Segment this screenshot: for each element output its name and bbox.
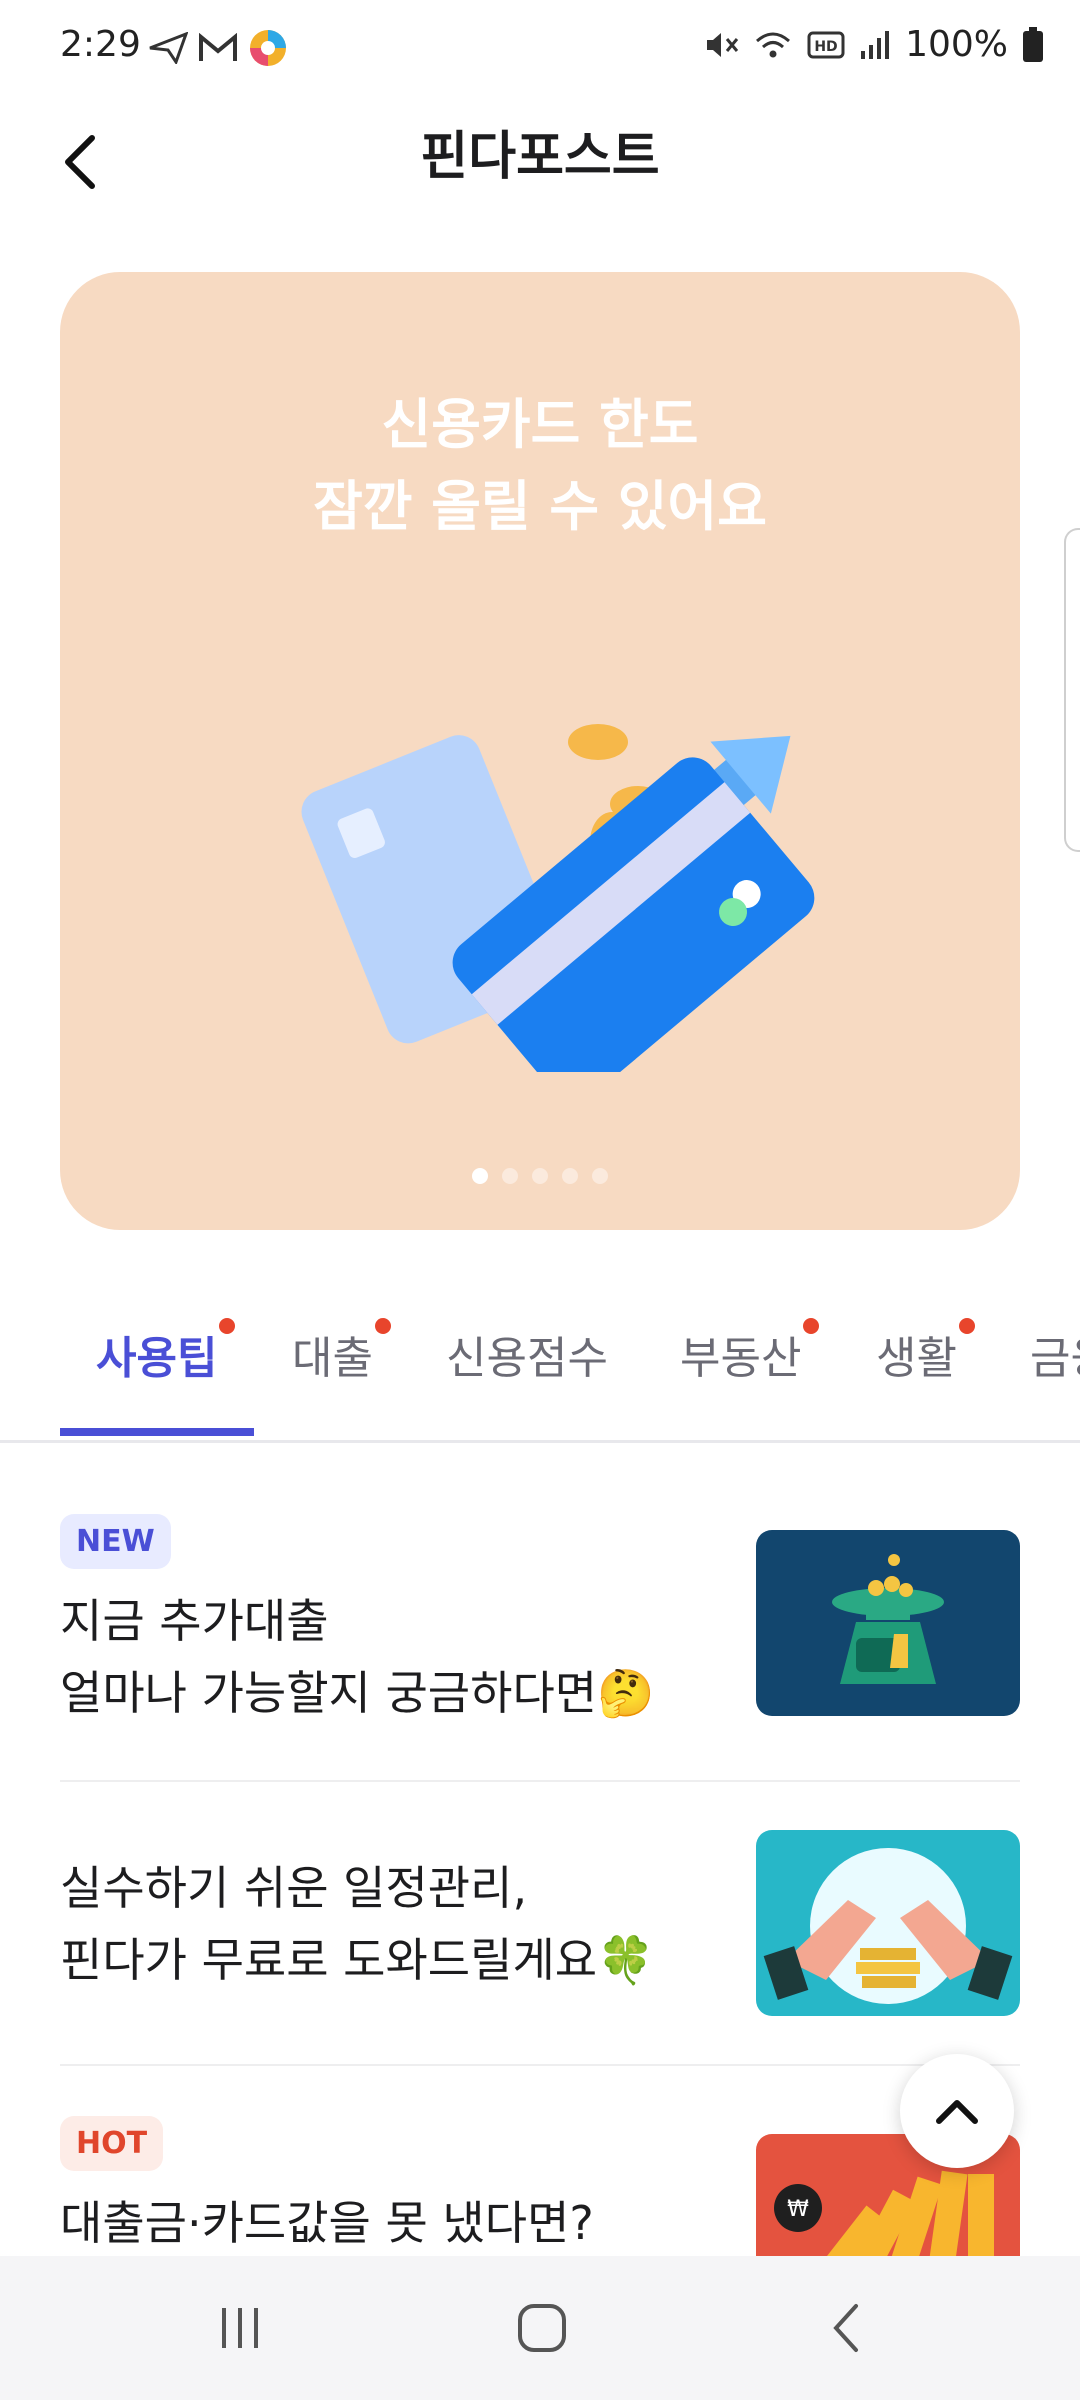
battery-icon — [1022, 26, 1044, 63]
tab-label: 부동산 — [680, 1333, 802, 1384]
tab-finance[interactable]: 금융 — [1030, 1322, 1080, 1386]
tab-label: 생활 — [876, 1333, 957, 1384]
home-button[interactable] — [502, 2298, 582, 2358]
status-bar: 2:29 HD 100% — [0, 0, 1080, 100]
banner-line-2: 잠깐 올릴 수 있어요 — [313, 475, 767, 538]
tab-label: 신용점수 — [446, 1333, 608, 1384]
recent-apps-icon — [222, 2308, 258, 2348]
home-icon — [518, 2304, 566, 2352]
banner-headline: 신용카드 한도 잠깐 올릴 수 있어요 — [60, 384, 1020, 548]
wifi-icon — [753, 29, 793, 61]
system-nav-bar — [0, 2256, 1080, 2400]
back-icon — [833, 2304, 858, 2352]
hot-badge: HOT — [60, 2116, 164, 2171]
status-right: HD 100% — [705, 24, 1044, 65]
pagination-dot[interactable] — [472, 1168, 488, 1184]
gmail-icon — [198, 33, 238, 63]
battery-percent: 100% — [905, 24, 1008, 65]
new-dot — [803, 1318, 820, 1334]
svg-text:HD: HD — [814, 39, 837, 55]
promo-banner[interactable]: 신용카드 한도 잠깐 올릴 수 있어요 — [60, 272, 1020, 1230]
tab-label: 대출 — [292, 1333, 373, 1384]
list-item[interactable]: 실수하기 쉬운 일정관리, 핀다가 무료로 도와드릴게요🍀 — [60, 1830, 1020, 2030]
tab-real-estate[interactable]: 부동산 — [680, 1318, 820, 1386]
header: 핀다포스트 — [0, 100, 1080, 240]
list-item[interactable]: HOT 대출금·카드값을 못 냈다면? ₩ — [60, 2116, 1020, 2256]
notification-icons — [148, 28, 288, 68]
pagination-dot[interactable] — [562, 1168, 578, 1184]
active-tab-indicator — [60, 1428, 254, 1436]
side-panel-handle[interactable] — [1064, 528, 1080, 852]
recent-apps-button[interactable] — [200, 2298, 280, 2358]
banner-pagination — [60, 1168, 1020, 1184]
svg-text:₩: ₩ — [787, 2197, 809, 2222]
scroll-to-top-button[interactable] — [900, 2054, 1014, 2168]
signal-icon — [859, 29, 891, 61]
tab-credit-score[interactable]: 신용점수 — [446, 1322, 608, 1386]
credit-card-arrow-illustration — [301, 724, 815, 1072]
tab-usage-tips[interactable]: 사용팁 — [96, 1318, 236, 1386]
status-time: 2:29 — [60, 24, 141, 65]
new-dot — [219, 1318, 236, 1334]
send-icon — [148, 32, 188, 64]
new-dot — [958, 1318, 975, 1334]
category-tabs: 사용팁 대출 신용점수 부동산 생활 금융 — [0, 1270, 1080, 1443]
scale-coins-thumbnail — [756, 1530, 1020, 1716]
tab-label: 사용팁 — [96, 1333, 218, 1384]
mute-icon — [705, 29, 739, 61]
pagination-dot[interactable] — [532, 1168, 548, 1184]
banner-line-1: 신용카드 한도 — [381, 393, 699, 456]
tab-label: 금융 — [1030, 1333, 1080, 1384]
pagination-dot[interactable] — [592, 1168, 608, 1184]
system-back-button[interactable] — [806, 2298, 886, 2358]
chevron-up-icon — [936, 2100, 978, 2124]
divider — [60, 2064, 1020, 2066]
tab-living[interactable]: 생활 — [876, 1318, 975, 1386]
list-item[interactable]: NEW 지금 추가대출 얼마나 가능할지 궁금하다면🤔 — [60, 1514, 1020, 1724]
page-title: 핀다포스트 — [420, 127, 660, 187]
new-badge: NEW — [60, 1514, 171, 1569]
divider — [60, 1780, 1020, 1782]
new-dot — [374, 1318, 391, 1334]
pagination-dot[interactable] — [502, 1168, 518, 1184]
app-icon — [248, 28, 288, 68]
tab-loan[interactable]: 대출 — [292, 1318, 391, 1386]
hands-coins-thumbnail — [756, 1830, 1020, 2016]
hd-icon: HD — [807, 30, 845, 60]
